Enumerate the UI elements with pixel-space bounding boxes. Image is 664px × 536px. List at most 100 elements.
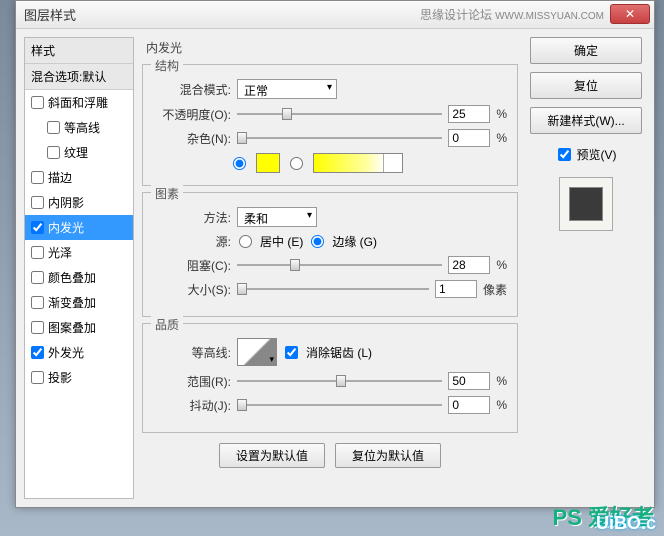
style-checkbox[interactable] <box>47 146 60 159</box>
settings-panel: 内发光 结构 混合模式: 正常 不透明度(O): % 杂色(N): % <box>142 37 518 499</box>
source-edge-label: 边缘 (G) <box>332 233 377 250</box>
size-slider[interactable] <box>237 281 429 297</box>
style-checkbox[interactable] <box>31 321 44 334</box>
new-style-button[interactable]: 新建样式(W)... <box>530 107 642 134</box>
style-label: 颜色叠加 <box>48 269 96 286</box>
style-item-10[interactable]: 外发光 <box>25 340 133 365</box>
style-item-2[interactable]: 纹理 <box>25 140 133 165</box>
reset-default-button[interactable]: 复位为默认值 <box>335 443 441 468</box>
style-checkbox[interactable] <box>31 346 44 359</box>
style-item-6[interactable]: 光泽 <box>25 240 133 265</box>
range-unit: % <box>496 374 507 388</box>
opacity-input[interactable] <box>448 105 490 123</box>
style-item-7[interactable]: 颜色叠加 <box>25 265 133 290</box>
style-item-5[interactable]: 内发光 <box>25 215 133 240</box>
noise-label: 杂色(N): <box>153 130 231 147</box>
gradient-swatch[interactable] <box>313 153 403 173</box>
opacity-slider[interactable] <box>237 106 442 122</box>
panel-title: 内发光 <box>142 37 518 58</box>
solid-color-radio[interactable] <box>233 157 246 170</box>
style-checkbox[interactable] <box>47 121 60 134</box>
preview-checkbox[interactable] <box>558 148 571 161</box>
antialias-label: 消除锯齿 (L) <box>306 344 372 361</box>
style-item-11[interactable]: 投影 <box>25 365 133 390</box>
choke-slider[interactable] <box>237 257 442 273</box>
range-label: 范围(R): <box>153 373 231 390</box>
style-checkbox[interactable] <box>31 196 44 209</box>
range-slider[interactable] <box>237 373 442 389</box>
elements-legend: 图素 <box>151 185 183 202</box>
source-edge-radio[interactable] <box>311 235 324 248</box>
style-item-0[interactable]: 斜面和浮雕 <box>25 90 133 115</box>
source-center-label: 居中 (E) <box>260 233 303 250</box>
size-label: 大小(S): <box>153 281 231 298</box>
size-input[interactable] <box>435 280 477 298</box>
technique-dropdown[interactable]: 柔和 <box>237 207 317 227</box>
preview-label: 预览(V) <box>577 146 617 163</box>
style-label: 描边 <box>48 169 72 186</box>
style-label: 内阴影 <box>48 194 84 211</box>
preview-box <box>559 177 613 231</box>
style-checkbox[interactable] <box>31 221 44 234</box>
noise-input[interactable] <box>448 129 490 147</box>
jitter-unit: % <box>496 398 507 412</box>
range-input[interactable] <box>448 372 490 390</box>
size-unit: 像素 <box>483 281 507 298</box>
credit-text: 思缘设计论坛 WWW.MISSYUAN.COM <box>420 6 604 23</box>
style-label: 图案叠加 <box>48 319 96 336</box>
source-label: 源: <box>153 233 231 250</box>
choke-label: 阻塞(C): <box>153 257 231 274</box>
jitter-input[interactable] <box>448 396 490 414</box>
style-label: 等高线 <box>64 119 100 136</box>
structure-fieldset: 结构 混合模式: 正常 不透明度(O): % 杂色(N): % <box>142 64 518 186</box>
style-label: 投影 <box>48 369 72 386</box>
style-checkbox[interactable] <box>31 271 44 284</box>
style-checkbox[interactable] <box>31 96 44 109</box>
watermark-url: UiBO.c <box>596 513 656 534</box>
blend-mode-label: 混合模式: <box>153 81 231 98</box>
opacity-label: 不透明度(O): <box>153 106 231 123</box>
choke-input[interactable] <box>448 256 490 274</box>
style-checkbox[interactable] <box>31 246 44 259</box>
technique-label: 方法: <box>153 209 231 226</box>
elements-fieldset: 图素 方法: 柔和 源: 居中 (E) 边缘 (G) 阻塞(C): % <box>142 192 518 317</box>
jitter-label: 抖动(J): <box>153 397 231 414</box>
style-label: 光泽 <box>48 244 72 261</box>
dialog-title: 图层样式 <box>24 5 76 24</box>
style-item-4[interactable]: 内阴影 <box>25 190 133 215</box>
gradient-radio[interactable] <box>290 157 303 170</box>
ok-button[interactable]: 确定 <box>530 37 642 64</box>
close-button[interactable]: ✕ <box>610 4 650 24</box>
style-item-9[interactable]: 图案叠加 <box>25 315 133 340</box>
blend-options-header[interactable]: 混合选项:默认 <box>25 64 133 90</box>
make-default-button[interactable]: 设置为默认值 <box>219 443 325 468</box>
titlebar: 图层样式 思缘设计论坛 WWW.MISSYUAN.COM ✕ <box>16 1 654 29</box>
styles-list-panel: 样式 混合选项:默认 斜面和浮雕等高线纹理描边内阴影内发光光泽颜色叠加渐变叠加图… <box>24 37 134 499</box>
style-item-1[interactable]: 等高线 <box>25 115 133 140</box>
style-item-3[interactable]: 描边 <box>25 165 133 190</box>
jitter-slider[interactable] <box>237 397 442 413</box>
style-label: 内发光 <box>48 219 84 236</box>
color-swatch[interactable] <box>256 153 280 173</box>
opacity-unit: % <box>496 107 507 121</box>
style-item-8[interactable]: 渐变叠加 <box>25 290 133 315</box>
style-checkbox[interactable] <box>31 296 44 309</box>
style-label: 纹理 <box>64 144 88 161</box>
choke-unit: % <box>496 258 507 272</box>
blend-mode-dropdown[interactable]: 正常 <box>237 79 337 99</box>
cancel-button[interactable]: 复位 <box>530 72 642 99</box>
structure-legend: 结构 <box>151 57 183 74</box>
contour-picker[interactable] <box>237 338 277 366</box>
antialias-checkbox[interactable] <box>285 346 298 359</box>
styles-header[interactable]: 样式 <box>25 38 133 64</box>
style-label: 斜面和浮雕 <box>48 94 108 111</box>
layer-style-dialog: 图层样式 思缘设计论坛 WWW.MISSYUAN.COM ✕ 样式 混合选项:默… <box>15 0 655 508</box>
style-checkbox[interactable] <box>31 171 44 184</box>
style-checkbox[interactable] <box>31 371 44 384</box>
action-panel: 确定 复位 新建样式(W)... 预览(V) <box>526 37 646 499</box>
quality-legend: 品质 <box>151 316 183 333</box>
source-center-radio[interactable] <box>239 235 252 248</box>
noise-slider[interactable] <box>237 130 442 146</box>
noise-unit: % <box>496 131 507 145</box>
quality-fieldset: 品质 等高线: 消除锯齿 (L) 范围(R): % 抖动(J): <box>142 323 518 433</box>
